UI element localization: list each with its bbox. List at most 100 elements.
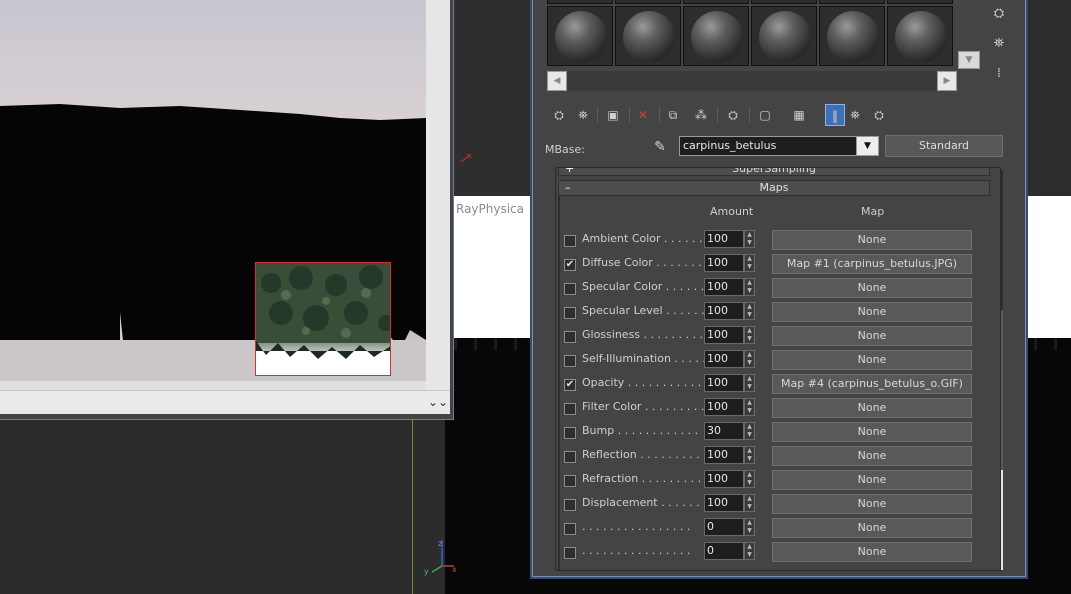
map-amount-input[interactable]: 100: [704, 326, 744, 344]
amount-spinner-icon[interactable]: ▲ ▼: [744, 494, 755, 512]
map-enable-checkbox[interactable]: [564, 427, 576, 439]
spinner-up-icon[interactable]: ▲: [745, 543, 754, 551]
spinner-up-icon[interactable]: ▲: [745, 351, 754, 359]
expand-chevron-icon[interactable]: ⌄⌄: [428, 395, 448, 409]
put-to-library-icon[interactable]: ⁂: [691, 104, 711, 126]
amount-spinner-icon[interactable]: ▲ ▼: [744, 302, 755, 320]
spinner-down-icon[interactable]: ▼: [745, 359, 754, 367]
spinner-down-icon[interactable]: ▼: [745, 383, 754, 391]
amount-spinner-icon[interactable]: ▲ ▼: [744, 446, 755, 464]
amount-spinner-icon[interactable]: ▲ ▼: [744, 374, 755, 392]
material-type-button[interactable]: Standard: [885, 135, 1003, 157]
spinner-down-icon[interactable]: ▼: [745, 335, 754, 343]
map-enable-checkbox[interactable]: [564, 235, 576, 247]
spinner-up-icon[interactable]: ▲: [745, 279, 754, 287]
spinner-up-icon[interactable]: ▲: [745, 471, 754, 479]
map-enable-checkbox[interactable]: [564, 403, 576, 415]
show-map-in-viewport-icon[interactable]: ▢: [755, 104, 775, 126]
sample-slot[interactable]: [615, 6, 681, 66]
map-amount-input[interactable]: 0: [704, 542, 744, 560]
spinner-up-icon[interactable]: ▲: [745, 399, 754, 407]
map-enable-checkbox[interactable]: ✔: [564, 259, 576, 271]
map-amount-input[interactable]: 30: [704, 422, 744, 440]
map-slot-button[interactable]: None: [772, 446, 972, 466]
slots-scroll-left-button[interactable]: ◀: [547, 71, 567, 91]
spinner-up-icon[interactable]: ▲: [745, 231, 754, 239]
reset-map-icon[interactable]: ✕: [633, 104, 653, 126]
slots-scroll-track[interactable]: [567, 71, 937, 91]
map-amount-input[interactable]: 100: [704, 254, 744, 272]
map-slot-button[interactable]: None: [772, 422, 972, 442]
sample-slot-top[interactable]: [819, 0, 885, 4]
spinner-up-icon[interactable]: ▲: [745, 519, 754, 527]
map-slot-button[interactable]: None: [772, 494, 972, 514]
sample-slot[interactable]: [819, 6, 885, 66]
render-frame-window[interactable]: ⌄⌄: [0, 0, 454, 420]
material-name-dropdown-icon[interactable]: ▼: [856, 137, 878, 155]
map-enable-checkbox[interactable]: [564, 499, 576, 511]
amount-spinner-icon[interactable]: ▲ ▼: [744, 470, 755, 488]
map-enable-checkbox[interactable]: [564, 547, 576, 559]
sample-slot-top[interactable]: [751, 0, 817, 4]
amount-spinner-icon[interactable]: ▲ ▼: [744, 398, 755, 416]
spinner-down-icon[interactable]: ▼: [745, 287, 754, 295]
spinner-down-icon[interactable]: ▼: [745, 455, 754, 463]
show-end-result-icon[interactable]: ▦: [789, 104, 809, 126]
amount-spinner-icon[interactable]: ▲ ▼: [744, 278, 755, 296]
sample-type-dropdown-icon[interactable]: ▼: [958, 51, 980, 69]
spinner-up-icon[interactable]: ▲: [745, 495, 754, 503]
spinner-up-icon[interactable]: ▲: [745, 423, 754, 431]
backlight-icon[interactable]: ⛭: [989, 4, 1009, 24]
map-enable-checkbox[interactable]: [564, 475, 576, 487]
spinner-down-icon[interactable]: ▼: [745, 407, 754, 415]
map-slot-button[interactable]: Map #1 (carpinus_betulus.JPG): [772, 254, 972, 274]
spinner-down-icon[interactable]: ▼: [745, 263, 754, 271]
make-unique-icon[interactable]: ⧉: [663, 104, 683, 126]
map-enable-checkbox[interactable]: [564, 451, 576, 463]
material-name-field[interactable]: carpinus_betulus ▼: [679, 136, 879, 156]
map-slot-button[interactable]: None: [772, 326, 972, 346]
sample-slot[interactable]: [683, 6, 749, 66]
get-material-icon[interactable]: ⛭: [549, 104, 569, 126]
sample-slot-top[interactable]: [683, 0, 749, 4]
go-to-parent-icon[interactable]: ‖: [825, 104, 845, 126]
map-slot-button[interactable]: None: [772, 350, 972, 370]
rollout-maps[interactable]: – Maps: [558, 180, 990, 196]
spinner-down-icon[interactable]: ▼: [745, 431, 754, 439]
sample-slot[interactable]: [887, 6, 953, 66]
map-slot-button[interactable]: None: [772, 302, 972, 322]
map-amount-input[interactable]: 100: [704, 278, 744, 296]
map-amount-input[interactable]: 100: [704, 398, 744, 416]
amount-spinner-icon[interactable]: ▲ ▼: [744, 422, 755, 440]
spinner-down-icon[interactable]: ▼: [745, 311, 754, 319]
go-forward-to-sibling-icon[interactable]: ⛯: [845, 104, 865, 126]
spinner-up-icon[interactable]: ▲: [745, 327, 754, 335]
material-effects-channel-icon[interactable]: ⛭: [723, 104, 743, 126]
spinner-up-icon[interactable]: ▲: [745, 303, 754, 311]
amount-spinner-icon[interactable]: ▲ ▼: [744, 518, 755, 536]
spinner-down-icon[interactable]: ▼: [745, 527, 754, 535]
map-amount-input[interactable]: 100: [704, 230, 744, 248]
map-amount-input[interactable]: 100: [704, 494, 744, 512]
amount-spinner-icon[interactable]: ▲ ▼: [744, 542, 755, 560]
map-enable-checkbox[interactable]: [564, 307, 576, 319]
spinner-down-icon[interactable]: ▼: [745, 551, 754, 559]
spinner-up-icon[interactable]: ▲: [745, 255, 754, 263]
map-slot-button[interactable]: None: [772, 398, 972, 418]
map-amount-input[interactable]: 100: [704, 470, 744, 488]
spinner-down-icon[interactable]: ▼: [745, 479, 754, 487]
sample-slot[interactable]: [547, 6, 613, 66]
slots-scroll-right-button[interactable]: ▶: [937, 71, 957, 91]
map-amount-input[interactable]: 100: [704, 446, 744, 464]
map-amount-input[interactable]: 0: [704, 518, 744, 536]
map-slot-button[interactable]: None: [772, 230, 972, 250]
map-amount-input[interactable]: 100: [704, 302, 744, 320]
material-map-navigator-icon[interactable]: ⛭: [869, 104, 889, 126]
render-region-box[interactable]: [255, 262, 391, 376]
sample-slot-top[interactable]: [547, 0, 613, 4]
map-slot-button[interactable]: None: [772, 518, 972, 538]
amount-spinner-icon[interactable]: ▲ ▼: [744, 254, 755, 272]
map-slot-button[interactable]: Map #4 (carpinus_betulus_o.GIF): [772, 374, 972, 394]
amount-spinner-icon[interactable]: ▲ ▼: [744, 350, 755, 368]
sample-slot[interactable]: [751, 6, 817, 66]
